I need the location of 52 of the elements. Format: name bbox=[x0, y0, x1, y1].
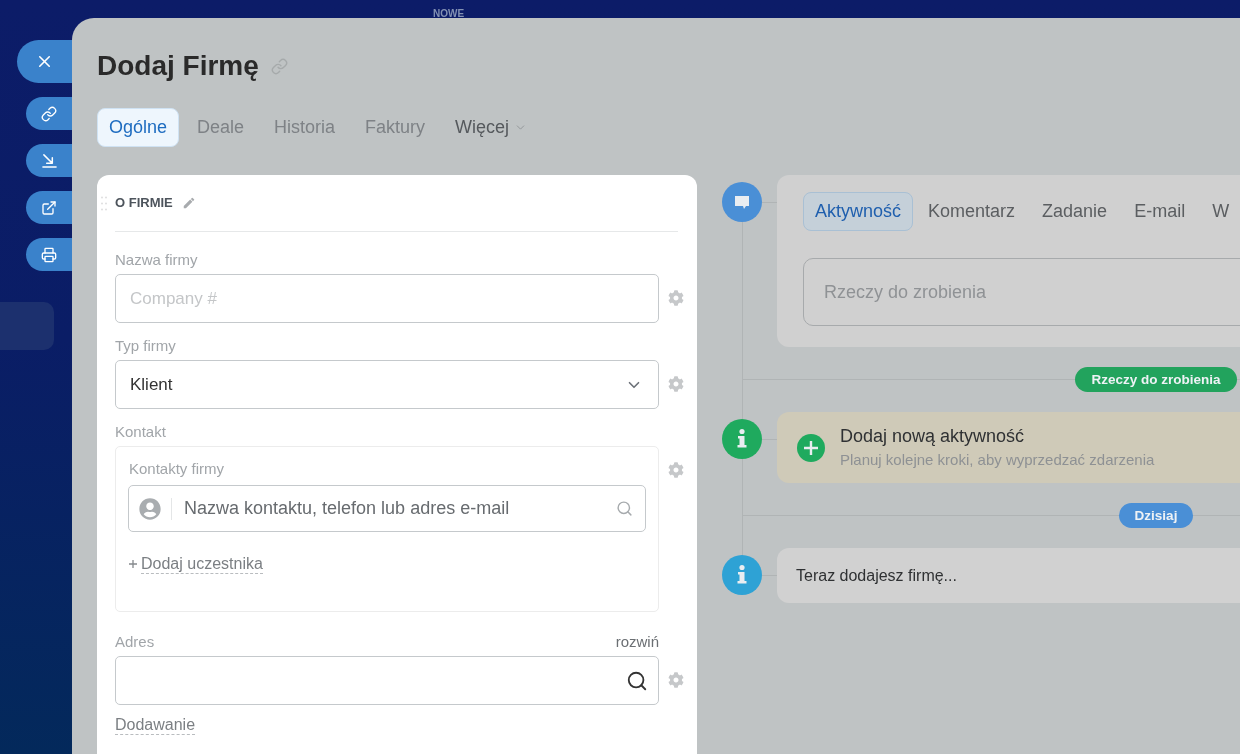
settings-icon[interactable] bbox=[668, 290, 684, 306]
link-icon[interactable] bbox=[270, 57, 288, 75]
arrow-to-line-icon bbox=[41, 153, 57, 168]
activity-input[interactable]: Rzeczy do zrobienia bbox=[803, 258, 1240, 326]
settings-icon[interactable] bbox=[668, 672, 684, 688]
composer-tab[interactable]: Zadanie bbox=[1030, 192, 1120, 231]
info-icon bbox=[722, 419, 762, 459]
print-button[interactable] bbox=[26, 238, 72, 271]
chat-icon bbox=[722, 182, 762, 222]
field-label: Nazwa firmy bbox=[115, 251, 198, 269]
section-badge: Rzeczy do zrobienia bbox=[1075, 367, 1237, 392]
link-icon bbox=[41, 105, 57, 122]
search-icon bbox=[626, 669, 648, 692]
search-icon bbox=[616, 500, 633, 517]
composer-tab[interactable]: E-mail bbox=[1122, 192, 1198, 231]
field-label: Kontakt bbox=[115, 423, 166, 441]
plus-icon bbox=[129, 560, 137, 568]
printer-icon bbox=[41, 246, 57, 263]
section-badge: Dzisiaj bbox=[1118, 503, 1194, 528]
select-field[interactable]: Klient bbox=[115, 360, 659, 409]
add-icon[interactable] bbox=[797, 433, 825, 462]
card-title: Dodaj nową aktywność bbox=[840, 425, 1026, 447]
field-label: Adres bbox=[115, 633, 155, 651]
text-field[interactable]: Company # bbox=[115, 274, 659, 323]
field-label: Kontakty firmy bbox=[129, 460, 225, 478]
composer-tab[interactable]: Komentarz bbox=[916, 192, 1028, 231]
info-icon bbox=[722, 555, 762, 595]
expand-link[interactable]: rozwiń bbox=[615, 633, 659, 651]
address-field[interactable] bbox=[115, 656, 659, 705]
settings-icon[interactable] bbox=[668, 376, 684, 392]
link-button[interactable] bbox=[26, 97, 72, 130]
card-subtitle: Planuj kolejne kroki, aby wyprzedzać zdarzenia bbox=[840, 450, 1155, 470]
pencil-icon[interactable] bbox=[181, 196, 196, 210]
composer-tab[interactable]: W bbox=[1200, 192, 1240, 231]
field-label: Typ firmy bbox=[115, 337, 176, 355]
close-button[interactable] bbox=[17, 40, 72, 83]
contact-search-field[interactable]: Nazwa kontaktu, telefon lub adres e-mail bbox=[128, 485, 646, 532]
settings-icon[interactable] bbox=[668, 462, 684, 478]
event-text: Teraz dodajesz firmę... bbox=[796, 565, 957, 586]
new-label: NOWE bbox=[433, 9, 465, 18]
add-participant-link[interactable]: Dodaj uczestnika bbox=[129, 554, 263, 574]
more-tab[interactable]: Więcej bbox=[443, 108, 540, 147]
arrow-button[interactable] bbox=[26, 144, 72, 177]
section-title: O FIRMIE bbox=[115, 194, 173, 212]
adding-link[interactable]: Dodawanie bbox=[115, 715, 196, 735]
external-link-icon bbox=[41, 199, 57, 216]
tab[interactable]: Ogólne bbox=[97, 108, 180, 147]
person-icon bbox=[139, 497, 161, 520]
external-link-button[interactable] bbox=[26, 191, 72, 224]
composer-tab[interactable]: Aktywność bbox=[803, 192, 914, 231]
page-title: Dodaj Firmę bbox=[97, 49, 259, 83]
drag-handle-icon[interactable] bbox=[101, 195, 107, 211]
